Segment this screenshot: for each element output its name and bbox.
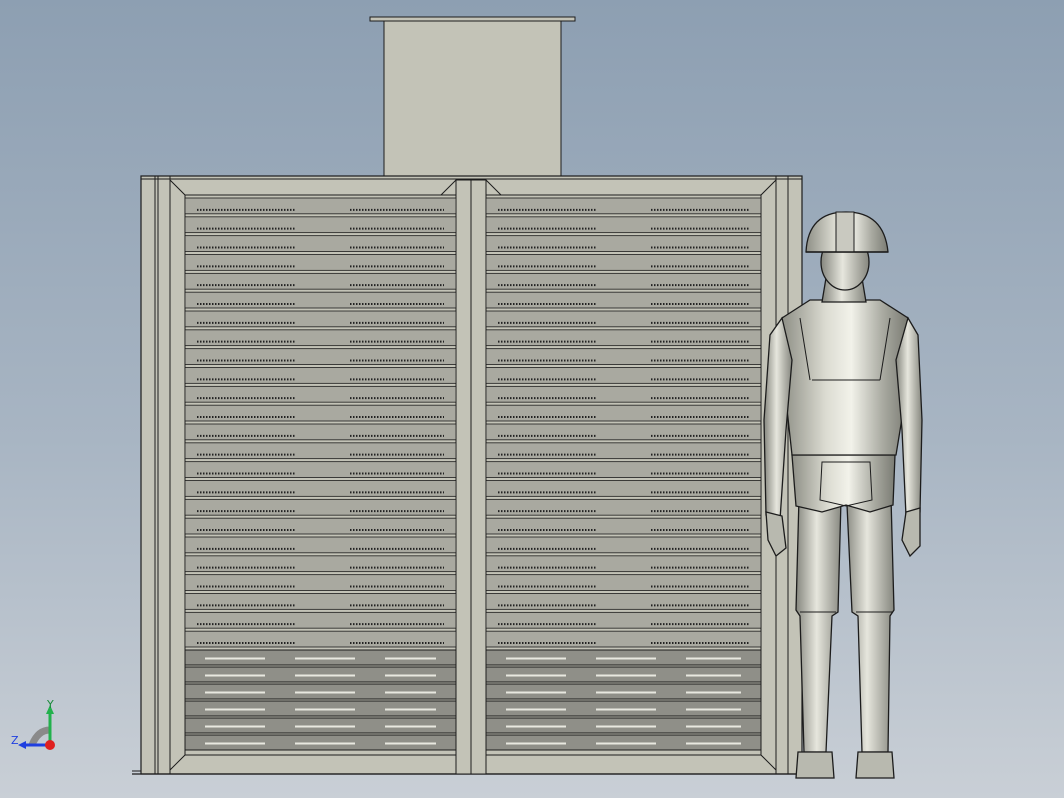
louver-blade <box>485 291 762 309</box>
louver-blade <box>485 574 762 591</box>
cad-model-view[interactable] <box>0 0 1064 798</box>
louver-blade <box>184 480 457 497</box>
louver-blade <box>184 291 457 309</box>
louver-blade <box>485 404 762 422</box>
louver-blade <box>485 254 762 271</box>
louver-blade <box>485 385 762 403</box>
louver-blade <box>485 272 762 290</box>
louver-blade <box>485 536 762 554</box>
louver-blade <box>485 593 762 610</box>
louver-blade <box>485 310 762 328</box>
louver-blade-lower <box>485 717 762 734</box>
louver-panel-left <box>184 197 457 751</box>
louver-blade <box>184 555 457 573</box>
louver-blade <box>184 630 457 648</box>
louver-blade <box>184 254 457 271</box>
louver-blade <box>184 442 457 460</box>
louver-blade <box>184 216 457 234</box>
louver-blade-lower <box>485 649 762 666</box>
louver-blade-lower <box>184 666 457 683</box>
louver-blade <box>485 480 762 497</box>
louver-blade <box>184 404 457 422</box>
louver-blade <box>184 593 457 610</box>
louver-blade <box>184 423 457 441</box>
louver-blade <box>485 498 762 516</box>
louver-blade <box>485 216 762 234</box>
louver-panel-right <box>485 197 762 751</box>
louver-blade-lower <box>184 649 457 666</box>
louver-blade <box>485 517 762 535</box>
louver-blade-lower <box>184 683 457 700</box>
z-axis-label: Z <box>11 734 19 747</box>
louver-blade <box>485 461 762 478</box>
louver-blade-lower <box>184 734 457 751</box>
top-duct <box>369 16 576 177</box>
louver-blade <box>184 348 457 365</box>
louver-blade <box>184 235 457 252</box>
louver-blade <box>184 272 457 290</box>
louver-blade <box>184 329 457 347</box>
z-axis-arrowhead <box>18 741 26 749</box>
louver-blade <box>485 423 762 441</box>
louver-blade <box>485 630 762 648</box>
louver-blade <box>485 197 762 215</box>
louver-blade <box>184 367 457 384</box>
louver-blade-lower <box>184 717 457 734</box>
louver-blade <box>485 555 762 573</box>
louver-blade <box>485 367 762 384</box>
louver-blade <box>184 385 457 403</box>
louver-blade <box>184 310 457 328</box>
graphics-viewport[interactable]: Y Z <box>0 0 1064 798</box>
triad-graphic <box>18 705 55 750</box>
x-axis-dot <box>45 740 55 750</box>
view-orientation-triad[interactable]: Y Z <box>10 698 70 756</box>
louver-blade-lower <box>184 700 457 717</box>
louver-blade-lower <box>485 666 762 683</box>
louver-blade <box>184 498 457 516</box>
louver-blade-lower <box>485 734 762 751</box>
louver-blade <box>485 235 762 252</box>
louver-blade-lower <box>485 683 762 700</box>
louver-blade <box>184 611 457 629</box>
louver-blade <box>485 611 762 629</box>
y-axis-label: Y <box>47 698 54 711</box>
louver-blade <box>485 348 762 365</box>
louver-blade <box>184 536 457 554</box>
louver-blade-lower <box>485 700 762 717</box>
louver-blade <box>485 329 762 347</box>
louver-blade <box>184 197 457 215</box>
louver-blade <box>184 461 457 478</box>
louver-blade <box>184 517 457 535</box>
louver-blade <box>485 442 762 460</box>
louver-blade <box>184 574 457 591</box>
